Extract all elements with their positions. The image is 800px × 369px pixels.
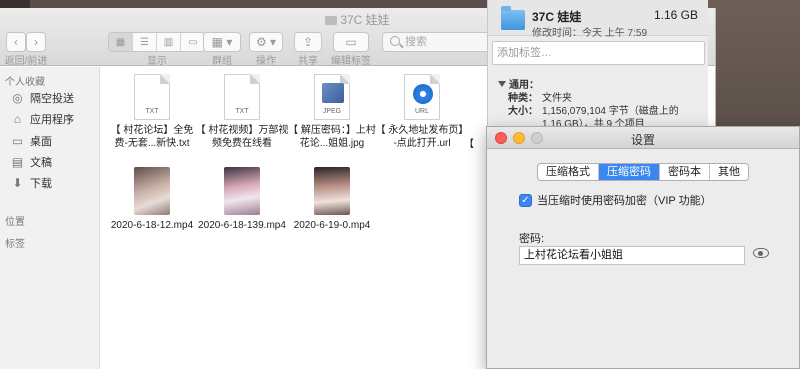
gear-icon: ⚙ ▾ bbox=[255, 35, 277, 49]
view-switcher[interactable]: ▦ ☰ ▥ ▭ bbox=[108, 32, 206, 52]
info-folder-name: 37C 娃娃 bbox=[532, 10, 582, 24]
info-header: 37C 娃娃 1.16 GB 修改时间：今天 上午 7:59 bbox=[488, 0, 708, 39]
encrypt-checkbox[interactable]: ✓ 当压缩时使用密码加密（VIP 功能） bbox=[519, 192, 712, 208]
group-icon: ▦ ▾ bbox=[211, 35, 233, 49]
info-modified: 修改时间：今天 上午 7:59 bbox=[532, 28, 648, 39]
tab-password-book[interactable]: 密码本 bbox=[660, 164, 710, 180]
url-file-icon: URL bbox=[404, 74, 440, 120]
tab-compress-password[interactable]: 压缩密码 bbox=[599, 164, 660, 180]
general-section-toggle[interactable]: 通用： bbox=[498, 76, 539, 91]
group-label: 群组 bbox=[212, 56, 232, 67]
eye-icon[interactable] bbox=[753, 248, 769, 258]
applications-icon: ⌂ bbox=[13, 112, 22, 126]
video-file-item[interactable]: 2020-6-19-0.mp4 bbox=[284, 167, 380, 232]
password-field[interactable]: 上村花论坛看小姐姐 bbox=[519, 246, 745, 265]
video-thumbnail bbox=[314, 167, 350, 215]
sidebar-tags-header: 标签 bbox=[5, 239, 25, 250]
info-panel: 37C 娃娃 1.16 GB 修改时间：今天 上午 7:59 添加标签… 通用：… bbox=[487, 0, 708, 132]
sidebar-item-applications[interactable]: ⌂ 应用程序 bbox=[10, 110, 74, 128]
video-file-item[interactable]: 2020-6-18-139.mp4 bbox=[194, 167, 290, 232]
column-view-icon[interactable]: ▥ bbox=[157, 33, 181, 51]
downloads-icon: ⬇ bbox=[12, 176, 23, 190]
search-icon bbox=[390, 36, 400, 46]
safari-icon bbox=[413, 84, 433, 104]
list-view-icon[interactable]: ☰ bbox=[133, 33, 157, 51]
file-item[interactable]: URL 【 永久地址发布页】-点此打开.url bbox=[374, 74, 470, 150]
edit-tags-label: 编辑标签 bbox=[331, 56, 371, 67]
sidebar-favorites-header: 个人收藏 bbox=[5, 77, 45, 88]
group-button[interactable]: ▦ ▾ bbox=[203, 32, 241, 52]
file-item[interactable]: TXT 【 村花论坛】全免费-无套...新快.txt bbox=[104, 74, 200, 150]
action-label: 操作 bbox=[256, 56, 276, 67]
file-item[interactable]: 【 bbox=[464, 74, 488, 151]
tab-other[interactable]: 其他 bbox=[710, 164, 748, 180]
disclosure-triangle-icon bbox=[498, 81, 506, 87]
folder-icon bbox=[501, 6, 525, 30]
share-button[interactable]: ⇪ bbox=[294, 32, 322, 52]
txt-file-icon: TXT bbox=[224, 74, 260, 120]
tab-compress-format[interactable]: 压缩格式 bbox=[538, 164, 599, 180]
video-file-item[interactable]: 2020-6-18-12.mp4 bbox=[104, 167, 200, 232]
info-folder-size: 1.16 GB bbox=[653, 8, 698, 22]
checkmark-icon: ✓ bbox=[519, 193, 532, 207]
sidebar-item-downloads[interactable]: ⬇ 下载 bbox=[10, 174, 52, 192]
video-thumbnail bbox=[224, 167, 260, 215]
forward-button[interactable]: › bbox=[26, 32, 46, 52]
desktop-icon: ▭ bbox=[11, 134, 24, 148]
share-icon: ⇪ bbox=[302, 35, 314, 49]
jpeg-file-icon: JPEG bbox=[314, 74, 350, 120]
back-button[interactable]: ‹ bbox=[6, 32, 26, 52]
file-item[interactable]: JPEG 【 解压密码：】上村花论...姐姐.jpg bbox=[284, 74, 380, 150]
info-kind-row: 种类： 文件夹 bbox=[508, 93, 572, 104]
dialog-title: 设置 bbox=[630, 133, 655, 147]
sidebar-item-desktop[interactable]: ▭ 桌面 bbox=[10, 132, 52, 150]
settings-tabs: 压缩格式 压缩密码 密码本 其他 bbox=[537, 163, 749, 181]
airdrop-icon: ◎ bbox=[12, 91, 23, 105]
chevron-right-icon: › bbox=[34, 35, 38, 49]
view-label: 显示 bbox=[147, 56, 167, 67]
share-label: 共享 bbox=[298, 56, 318, 67]
action-button[interactable]: ⚙ ▾ bbox=[249, 32, 283, 52]
dialog-titlebar: 设置 bbox=[487, 127, 799, 149]
chevron-left-icon: ‹ bbox=[14, 35, 18, 49]
gallery-view-icon[interactable]: ▭ bbox=[181, 33, 205, 51]
sidebar: 个人收藏 ◎ 隔空投送 ⌂ 应用程序 ▭ 桌面 ▤ 文稿 ⬇ 下载 位置 标签 bbox=[0, 67, 100, 369]
file-item[interactable]: TXT 【 村花视频】万部视频免费在线看 bbox=[194, 74, 290, 150]
nav-label: 返回/前进 bbox=[4, 56, 48, 67]
sidebar-item-documents[interactable]: ▤ 文稿 bbox=[10, 153, 52, 171]
password-label: 密码: bbox=[519, 233, 545, 245]
documents-icon: ▤ bbox=[11, 155, 24, 169]
icon-view-icon[interactable]: ▦ bbox=[109, 33, 133, 51]
folder-icon bbox=[325, 16, 338, 25]
sidebar-locations-header: 位置 bbox=[5, 217, 25, 228]
edit-tags-button[interactable]: ▭ bbox=[333, 32, 369, 52]
txt-file-icon: TXT bbox=[134, 74, 170, 120]
tags-input[interactable]: 添加标签… bbox=[492, 41, 705, 65]
tag-icon: ▭ bbox=[345, 35, 357, 49]
settings-dialog: 设置 压缩格式 压缩密码 密码本 其他 ✓ 当压缩时使用密码加密（VIP 功能）… bbox=[486, 126, 800, 369]
video-thumbnail bbox=[134, 167, 170, 215]
sidebar-item-airdrop[interactable]: ◎ 隔空投送 bbox=[10, 89, 74, 107]
